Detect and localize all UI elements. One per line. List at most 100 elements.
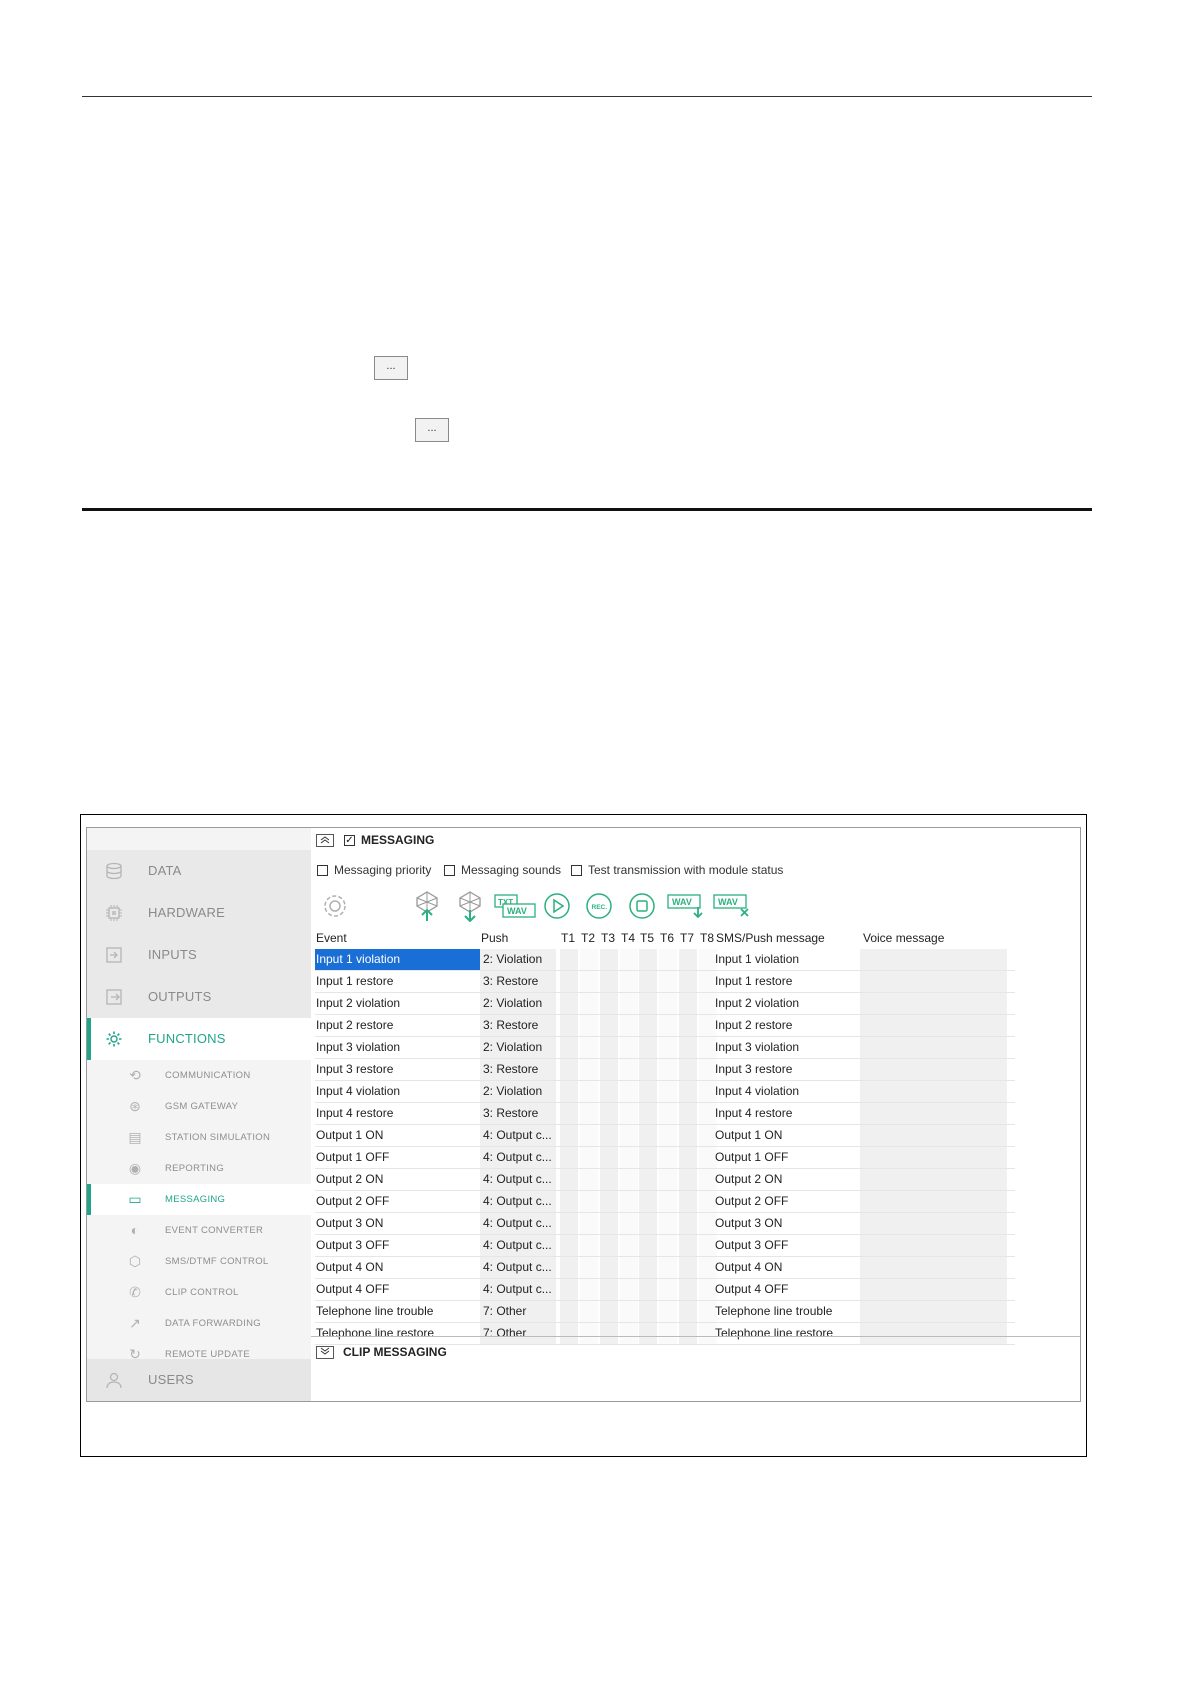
sidebar-item-data[interactable]: DATA [87, 850, 311, 892]
sidebar-subitem-station-simulation[interactable]: ▤ STATION SIMULATION [87, 1122, 311, 1153]
telephone-3-cell[interactable] [600, 1323, 618, 1344]
telephone-5-cell[interactable] [639, 1125, 657, 1146]
column-header-t8[interactable]: T8 [700, 928, 714, 948]
telephone-7-cell[interactable] [679, 1103, 697, 1124]
messaging-priority-checkbox[interactable] [317, 865, 328, 876]
telephone-7-cell[interactable] [679, 1125, 697, 1146]
voice-message-cell[interactable] [860, 1037, 1007, 1058]
telephone-1-cell[interactable] [560, 1169, 578, 1190]
event-cell[interactable]: Input 2 violation [315, 993, 480, 1014]
telephone-3-cell[interactable] [600, 1191, 618, 1212]
event-cell[interactable]: Output 1 OFF [315, 1147, 480, 1168]
telephone-2-cell[interactable] [580, 1015, 598, 1036]
table-row[interactable]: Output 2 ON 4: Output c... Output 2 ON [315, 1169, 1015, 1191]
telephone-3-cell[interactable] [600, 1147, 618, 1168]
expand-clip-messaging-button[interactable] [316, 1346, 334, 1359]
telephone-6-cell[interactable] [659, 1081, 677, 1102]
telephone-5-cell[interactable] [639, 1301, 657, 1322]
event-cell[interactable]: Output 3 ON [315, 1213, 480, 1234]
push-cell[interactable]: 3: Restore [480, 1015, 556, 1036]
table-row[interactable]: Input 1 violation 2: Violation Input 1 vio… [315, 949, 1015, 971]
sms-message-cell[interactable]: Output 2 OFF [713, 1191, 861, 1212]
sms-message-cell[interactable]: Input 3 violation [713, 1037, 861, 1058]
telephone-4-cell[interactable] [620, 1323, 638, 1344]
telephone-3-cell[interactable] [600, 1235, 618, 1256]
telephone-4-cell[interactable] [620, 1235, 638, 1256]
telephone-3-cell[interactable] [600, 1037, 618, 1058]
sms-message-cell[interactable]: Output 3 ON [713, 1213, 861, 1234]
telephone-4-cell[interactable] [620, 1279, 638, 1300]
browse-button-1[interactable]: ... [374, 356, 408, 380]
telephone-5-cell[interactable] [639, 971, 657, 992]
telephone-7-cell[interactable] [679, 1323, 697, 1344]
column-header-t4[interactable]: T4 [621, 928, 635, 948]
push-cell[interactable]: 3: Restore [480, 1103, 556, 1124]
event-cell[interactable]: Telephone line trouble [315, 1301, 480, 1322]
telephone-7-cell[interactable] [679, 1015, 697, 1036]
telephone-7-cell[interactable] [679, 1257, 697, 1278]
push-cell[interactable]: 4: Output c... [480, 1169, 556, 1190]
telephone-5-cell[interactable] [639, 1015, 657, 1036]
sms-message-cell[interactable]: Input 1 restore [713, 971, 861, 992]
telephone-3-cell[interactable] [600, 993, 618, 1014]
telephone-3-cell[interactable] [600, 1213, 618, 1234]
telephone-6-cell[interactable] [659, 1213, 677, 1234]
sms-message-cell[interactable]: Input 4 restore [713, 1103, 861, 1124]
play-button[interactable] [541, 890, 573, 922]
telephone-4-cell[interactable] [620, 993, 638, 1014]
telephone-5-cell[interactable] [639, 1323, 657, 1344]
telephone-3-cell[interactable] [600, 1015, 618, 1036]
telephone-1-cell[interactable] [560, 1279, 578, 1300]
table-row[interactable]: Input 3 violation 2: Violation Input 3 vio… [315, 1037, 1015, 1059]
telephone-4-cell[interactable] [620, 1191, 638, 1212]
telephone-4-cell[interactable] [620, 1125, 638, 1146]
event-cell[interactable]: Telephone line restore [315, 1323, 480, 1344]
event-cell[interactable]: Output 4 ON [315, 1257, 480, 1278]
sms-message-cell[interactable]: Output 4 OFF [713, 1279, 861, 1300]
telephone-7-cell[interactable] [679, 1081, 697, 1102]
table-row[interactable]: Output 1 OFF 4: Output c... Output 1 OFF [315, 1147, 1015, 1169]
event-cell[interactable]: Input 1 violation [315, 949, 480, 970]
telephone-6-cell[interactable] [659, 1015, 677, 1036]
sms-message-cell[interactable]: Input 1 violation [713, 949, 861, 970]
telephone-5-cell[interactable] [639, 1059, 657, 1080]
telephone-2-cell[interactable] [580, 1081, 598, 1102]
sidebar-subitem-sms-dtmf-control[interactable]: ⬡ SMS/DTMF CONTROL [87, 1246, 311, 1277]
telephone-3-cell[interactable] [600, 1279, 618, 1300]
event-cell[interactable]: Input 1 restore [315, 971, 480, 992]
table-row[interactable]: Telephone line trouble 7: Other Telephone … [315, 1301, 1015, 1323]
telephone-7-cell[interactable] [679, 1169, 697, 1190]
telephone-5-cell[interactable] [639, 1081, 657, 1102]
telephone-1-cell[interactable] [560, 949, 578, 970]
voice-message-cell[interactable] [860, 1125, 1007, 1146]
voice-message-cell[interactable] [860, 1279, 1007, 1300]
telephone-3-cell[interactable] [600, 1125, 618, 1146]
telephone-7-cell[interactable] [679, 1059, 697, 1080]
telephone-3-cell[interactable] [600, 1103, 618, 1124]
settings-button[interactable] [319, 890, 351, 922]
voice-message-cell[interactable] [860, 1323, 1007, 1344]
push-cell[interactable]: 4: Output c... [480, 1147, 556, 1168]
telephone-2-cell[interactable] [580, 1191, 598, 1212]
telephone-6-cell[interactable] [659, 1279, 677, 1300]
telephone-5-cell[interactable] [639, 949, 657, 970]
telephone-6-cell[interactable] [659, 1257, 677, 1278]
telephone-2-cell[interactable] [580, 1213, 598, 1234]
sms-message-cell[interactable]: Output 2 ON [713, 1169, 861, 1190]
telephone-5-cell[interactable] [639, 1235, 657, 1256]
telephone-6-cell[interactable] [659, 1323, 677, 1344]
telephone-4-cell[interactable] [620, 1015, 638, 1036]
telephone-4-cell[interactable] [620, 1081, 638, 1102]
voice-message-cell[interactable] [860, 1213, 1007, 1234]
telephone-1-cell[interactable] [560, 993, 578, 1014]
telephone-2-cell[interactable] [580, 1169, 598, 1190]
push-cell[interactable]: 2: Violation [480, 1037, 556, 1058]
push-cell[interactable]: 4: Output c... [480, 1213, 556, 1234]
column-header-t3[interactable]: T3 [601, 928, 615, 948]
telephone-6-cell[interactable] [659, 1125, 677, 1146]
telephone-3-cell[interactable] [600, 1081, 618, 1102]
telephone-1-cell[interactable] [560, 1191, 578, 1212]
sms-message-cell[interactable]: Telephone line trouble [713, 1301, 861, 1322]
push-cell[interactable]: 4: Output c... [480, 1125, 556, 1146]
voice-message-cell[interactable] [860, 1015, 1007, 1036]
